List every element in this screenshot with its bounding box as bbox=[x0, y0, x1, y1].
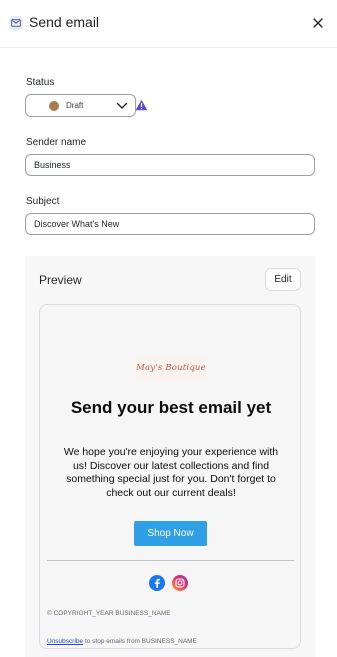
modal-title: Send email bbox=[29, 14, 100, 30]
brand-logo: May's Boutique bbox=[136, 357, 206, 379]
warning-icon bbox=[135, 99, 148, 111]
edit-button[interactable]: Edit bbox=[265, 268, 301, 291]
sender-name-label: Sender name bbox=[26, 137, 87, 148]
unsubscribe-link[interactable]: Unsubscribe bbox=[47, 638, 83, 645]
email-body-text: We hope you're enjoying your experience … bbox=[63, 446, 279, 499]
copyright-text: © COPYRIGHT_YEAR BUSINESS_NAME bbox=[47, 610, 171, 617]
unsubscribe-line: Unsubscribe to stop emails from BUSINESS… bbox=[47, 638, 197, 645]
chevron-down-icon bbox=[116, 102, 128, 109]
email-heading: Send your best email yet bbox=[70, 398, 272, 417]
brand-logo-text: May's Boutique bbox=[136, 363, 206, 373]
unsubscribe-text: to stop emails from BUSINESS_NAME bbox=[83, 638, 197, 645]
status-color-dot bbox=[49, 101, 59, 111]
instagram-icon[interactable] bbox=[172, 575, 188, 591]
status-dropdown[interactable]: Draft bbox=[25, 94, 136, 117]
facebook-icon[interactable] bbox=[149, 575, 165, 591]
email-divider bbox=[47, 560, 294, 561]
subject-input[interactable] bbox=[25, 213, 315, 235]
shop-now-button[interactable]: Shop Now bbox=[134, 521, 207, 546]
status-value: Draft bbox=[66, 101, 84, 110]
sender-name-input[interactable] bbox=[25, 154, 315, 176]
preview-title: Preview bbox=[39, 273, 82, 287]
email-preview: May's Boutique Send your best email yet … bbox=[39, 304, 301, 649]
close-button[interactable] bbox=[309, 14, 327, 32]
status-label: Status bbox=[26, 77, 55, 88]
mail-icon bbox=[9, 16, 23, 30]
modal-header: Send email bbox=[0, 0, 337, 48]
close-icon bbox=[313, 18, 323, 28]
subject-label: Subject bbox=[26, 196, 60, 207]
